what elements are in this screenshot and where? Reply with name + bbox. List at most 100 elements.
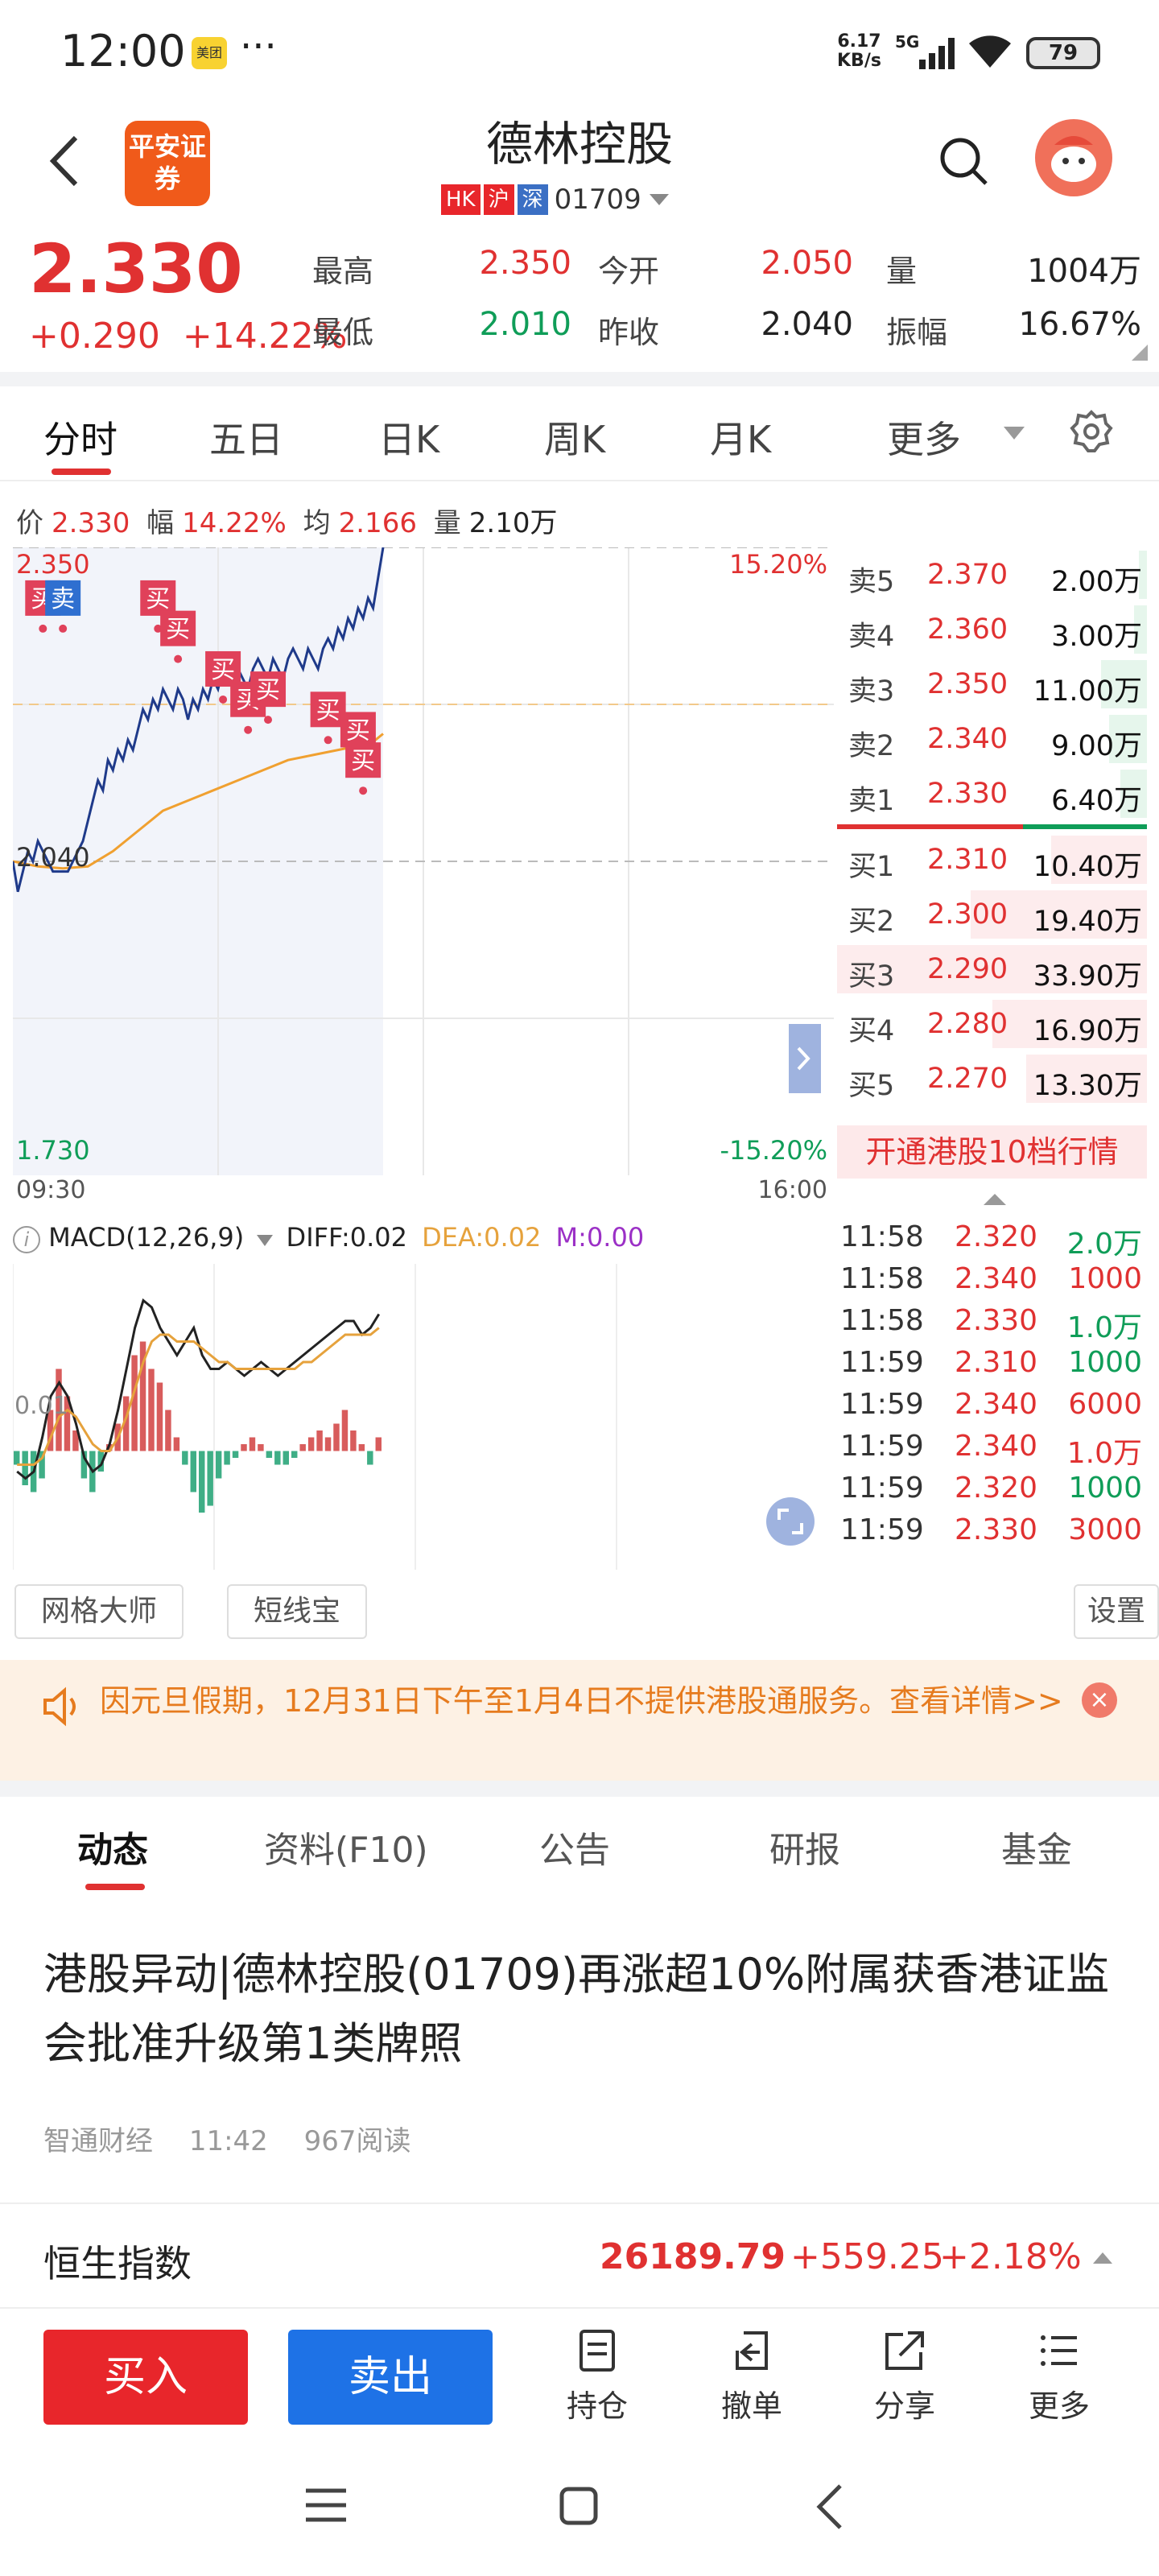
ask-row[interactable]: 卖3 2.350 11.00万 — [837, 657, 1147, 712]
market-badges[interactable]: HK 沪 深 01709 — [441, 184, 669, 216]
short-line-button[interactable]: 短线宝 — [227, 1584, 367, 1639]
tick-row: 11:59 2.320 1000 — [837, 1468, 1147, 1510]
tick-volume: 1000 — [1068, 1262, 1142, 1295]
chevron-up-icon[interactable] — [1093, 2252, 1112, 2264]
macd-bar — [333, 1423, 340, 1451]
share-button[interactable]: 分享 — [856, 2326, 953, 2425]
ask-row[interactable]: 卖4 2.360 3.00万 — [837, 602, 1147, 657]
chevron-down-icon[interactable] — [1004, 427, 1025, 440]
tick-time: 11:59 — [840, 1513, 924, 1546]
info-icon[interactable]: i — [13, 1226, 40, 1253]
tab-intraday[interactable]: 分时 — [43, 411, 118, 464]
bid-volume: 10.40万 — [1033, 851, 1142, 883]
tab-more[interactable]: 更多 — [887, 411, 961, 464]
tab-weekly-k[interactable]: 周K — [544, 411, 605, 464]
chart-settings-button[interactable]: 设置 — [1074, 1584, 1159, 1639]
chevron-down-icon[interactable] — [257, 1235, 274, 1246]
subscribe-level10-button[interactable]: 开通港股10档行情 — [837, 1125, 1147, 1179]
marker-dot — [174, 654, 183, 663]
bid-row[interactable]: 买1 2.310 10.40万 — [837, 832, 1147, 887]
network-speed-unit: KB/s — [837, 51, 881, 71]
notice-text[interactable]: 因元旦假期，12月31日下午至1月4日不提供港股通服务。查看详情>> — [100, 1678, 1066, 1724]
bid-row[interactable]: 买3 2.290 33.90万 — [837, 942, 1147, 997]
bid-row[interactable]: 买2 2.300 19.40万 — [837, 887, 1147, 942]
tab-funds[interactable]: 基金 — [1001, 1821, 1072, 1872]
holdings-button[interactable]: 持仓 — [549, 2326, 645, 2425]
ask-panel: 卖5 2.370 2.00万 卖4 2.360 3.00万 卖3 2.350 11.00万 … — [837, 547, 1147, 821]
macd-bar — [207, 1451, 213, 1506]
tick-volume: 1.0万 — [1066, 1437, 1142, 1470]
tick-price: 2.340 — [955, 1262, 1038, 1295]
nav-back-icon[interactable] — [813, 2483, 845, 2531]
macd-bar — [173, 1437, 180, 1451]
macd-bar — [199, 1451, 205, 1513]
tab-daily-k[interactable]: 日K — [378, 411, 439, 464]
tick-row: 11:59 2.310 1000 — [837, 1343, 1147, 1385]
tab-five-day[interactable]: 五日 — [209, 411, 283, 464]
status-bar: 12:00 美团 ··· 6.17 KB/s 5G 79 — [0, 0, 1159, 105]
gear-icon[interactable] — [1069, 409, 1114, 454]
marker-dot — [39, 624, 47, 633]
tab-f10[interactable]: 资料(F10) — [264, 1821, 428, 1872]
tick-time: 11:58 — [840, 1304, 924, 1337]
tab-announcements[interactable]: 公告 — [539, 1821, 610, 1872]
bid-price: 2.300 — [927, 898, 1008, 931]
tab-research[interactable]: 研报 — [769, 1821, 840, 1872]
tick-price: 2.330 — [955, 1304, 1038, 1337]
fullscreen-button[interactable] — [766, 1497, 815, 1546]
tab-news[interactable]: 动态 — [77, 1821, 148, 1872]
grid-master-button[interactable]: 网格大师 — [14, 1584, 184, 1639]
nav-menu-icon[interactable] — [304, 2487, 348, 2523]
ask-row[interactable]: 卖1 2.330 6.40万 — [837, 766, 1147, 821]
section-divider — [0, 1781, 1159, 1797]
index-ticker[interactable]: 恒生指数 26189.79 +559.25 +2.18% — [0, 2204, 1159, 2307]
chevron-down-icon[interactable] — [649, 194, 669, 205]
bid-ask-divider — [837, 824, 1147, 829]
news-reads: 967阅读 — [303, 2125, 411, 2157]
holiday-notice[interactable]: 因元旦假期，12月31日下午至1月4日不提供港股通服务。查看详情>> × — [0, 1660, 1159, 1781]
bid-volume: 16.90万 — [1033, 1015, 1142, 1047]
tick-time: 11:58 — [840, 1262, 924, 1295]
marker-dot — [324, 736, 332, 745]
y-axis-right-bottom-label: -15.20% — [720, 1135, 827, 1166]
bid-row[interactable]: 买5 2.270 13.30万 — [837, 1051, 1147, 1106]
cancel-order-button[interactable]: 撤单 — [703, 2326, 800, 2425]
bid-row[interactable]: 买4 2.280 16.90万 — [837, 997, 1147, 1051]
ask-volume: 9.00万 — [1051, 730, 1142, 762]
meituan-app-icon: 美团 — [192, 37, 227, 69]
bid-price: 2.270 — [927, 1063, 1008, 1095]
more-menu-button[interactable]: 更多 — [1011, 2326, 1107, 2425]
back-icon[interactable] — [48, 133, 80, 189]
trade-ticks[interactable]: 11:58 2.320 2.0万 11:58 2.340 1000 11:58 2.330… — [837, 1217, 1147, 1555]
low-value: 2.010 — [479, 306, 571, 343]
macd-bar — [274, 1451, 281, 1465]
open-value: 2.050 — [761, 245, 853, 282]
macd-chart[interactable]: 0.01 — [13, 1264, 834, 1570]
macd-header[interactable]: i MACD(12,26,9) DIFF:0.02 DEA:0.02 M:0.0… — [13, 1222, 834, 1264]
expand-panel-button[interactable] — [789, 1024, 821, 1093]
avatar[interactable] — [1035, 119, 1112, 196]
news-title[interactable]: 港股异动|德林控股(01709)再涨超10%附属获香港证监会批准升级第1类牌照 — [43, 1940, 1122, 2079]
expand-corner-icon[interactable] — [1132, 345, 1148, 361]
nav-home-icon[interactable] — [559, 2486, 599, 2526]
ask-row[interactable]: 卖5 2.370 2.00万 — [837, 547, 1147, 602]
ask-row[interactable]: 卖2 2.340 9.00万 — [837, 712, 1147, 766]
buy-button[interactable]: 买入 — [43, 2330, 248, 2425]
chart-range: 14.22% — [182, 507, 287, 539]
tick-price: 2.340 — [955, 1430, 1038, 1463]
search-icon[interactable] — [938, 135, 989, 187]
macd-bar — [358, 1444, 365, 1451]
volume-label: 量 — [886, 254, 918, 289]
close-icon[interactable]: × — [1082, 1682, 1117, 1718]
diff-value: 0.02 — [349, 1222, 407, 1253]
ask-label: 卖2 — [848, 730, 895, 762]
tick-volume: 2.0万 — [1066, 1228, 1142, 1261]
tab-monthly-k[interactable]: 月K — [710, 411, 771, 464]
intraday-chart[interactable]: 买卖 买买买买买买买买 2.350 2.040 1.730 15.20% -15.… — [13, 547, 834, 1208]
marker-label: 卖 — [51, 585, 75, 613]
macd-bar — [224, 1451, 230, 1465]
marker-label: 买 — [346, 716, 370, 745]
range-label: 幅 — [146, 507, 175, 539]
chevron-up-icon[interactable] — [984, 1194, 1006, 1205]
sell-button[interactable]: 卖出 — [288, 2330, 493, 2425]
